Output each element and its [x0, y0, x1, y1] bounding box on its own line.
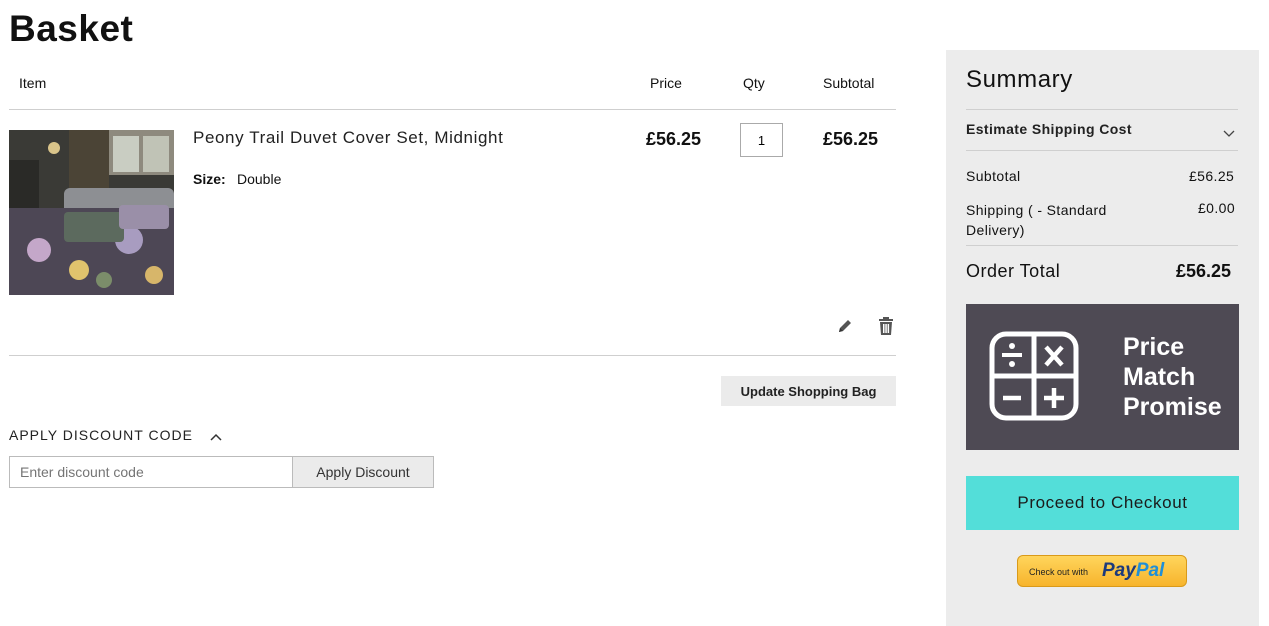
paypal-logo-pal: Pal [1135, 560, 1165, 581]
col-header-price: Price [650, 75, 682, 91]
chevron-down-icon [1223, 125, 1235, 143]
summary-divider-2 [966, 150, 1238, 151]
order-total-label: Order Total [966, 261, 1061, 281]
discount-title: APPLY DISCOUNT CODE [9, 427, 193, 443]
promo-line-3: Promise [1123, 393, 1222, 421]
summary-divider-3 [966, 245, 1238, 246]
col-header-item: Item [19, 75, 47, 91]
qty-input[interactable] [740, 123, 783, 157]
estimate-shipping-label: Estimate Shipping Cost [966, 121, 1132, 137]
page-title: Basket [9, 8, 134, 49]
size-label: Size: [193, 171, 226, 187]
order-total-value: £56.25 [1176, 261, 1232, 281]
item-subtotal: £56.25 [823, 129, 879, 149]
header-divider [9, 109, 896, 110]
row-divider [9, 355, 896, 356]
col-header-subtotal: Subtotal [823, 75, 875, 91]
edit-icon[interactable] [836, 317, 854, 335]
summary-shipping-value: £0.00 [1198, 200, 1236, 216]
paypal-logo: PayPal [1102, 560, 1164, 582]
summary-title: Summary [966, 66, 1073, 93]
summary-subtotal-label: Subtotal [966, 168, 1021, 184]
price-match-banner[interactable]: Price Match Promise [966, 304, 1239, 450]
product-image[interactable] [9, 130, 174, 295]
paypal-logo-pay: Pay [1102, 560, 1136, 581]
summary-subtotal-value: £56.25 [1189, 168, 1235, 184]
discount-code-input[interactable] [9, 456, 293, 488]
paypal-checkout-button[interactable]: Check out with PayPal [1017, 555, 1187, 587]
chevron-up-icon [210, 428, 222, 444]
product-name[interactable]: Peony Trail Duvet Cover Set, Midnight [193, 128, 503, 148]
trash-icon[interactable] [877, 316, 895, 336]
summary-shipping-label: Shipping ( - Standard Delivery) [966, 202, 1107, 238]
item-price: £56.25 [646, 129, 702, 149]
col-header-qty: Qty [743, 75, 765, 91]
size-value: Double [237, 171, 282, 187]
apply-discount-button[interactable]: Apply Discount [292, 456, 434, 488]
estimate-shipping-toggle[interactable]: Estimate Shipping Cost [966, 110, 1239, 150]
promo-line-2: Match [1123, 363, 1196, 391]
update-shopping-bag-button[interactable]: Update Shopping Bag [721, 376, 896, 406]
promo-line-1: Price [1123, 333, 1185, 361]
calculator-icon [989, 331, 1079, 426]
proceed-to-checkout-button[interactable]: Proceed to Checkout [966, 476, 1239, 530]
paypal-prefix: Check out with [1029, 567, 1089, 577]
discount-toggle[interactable]: APPLY DISCOUNT CODE [9, 427, 222, 444]
